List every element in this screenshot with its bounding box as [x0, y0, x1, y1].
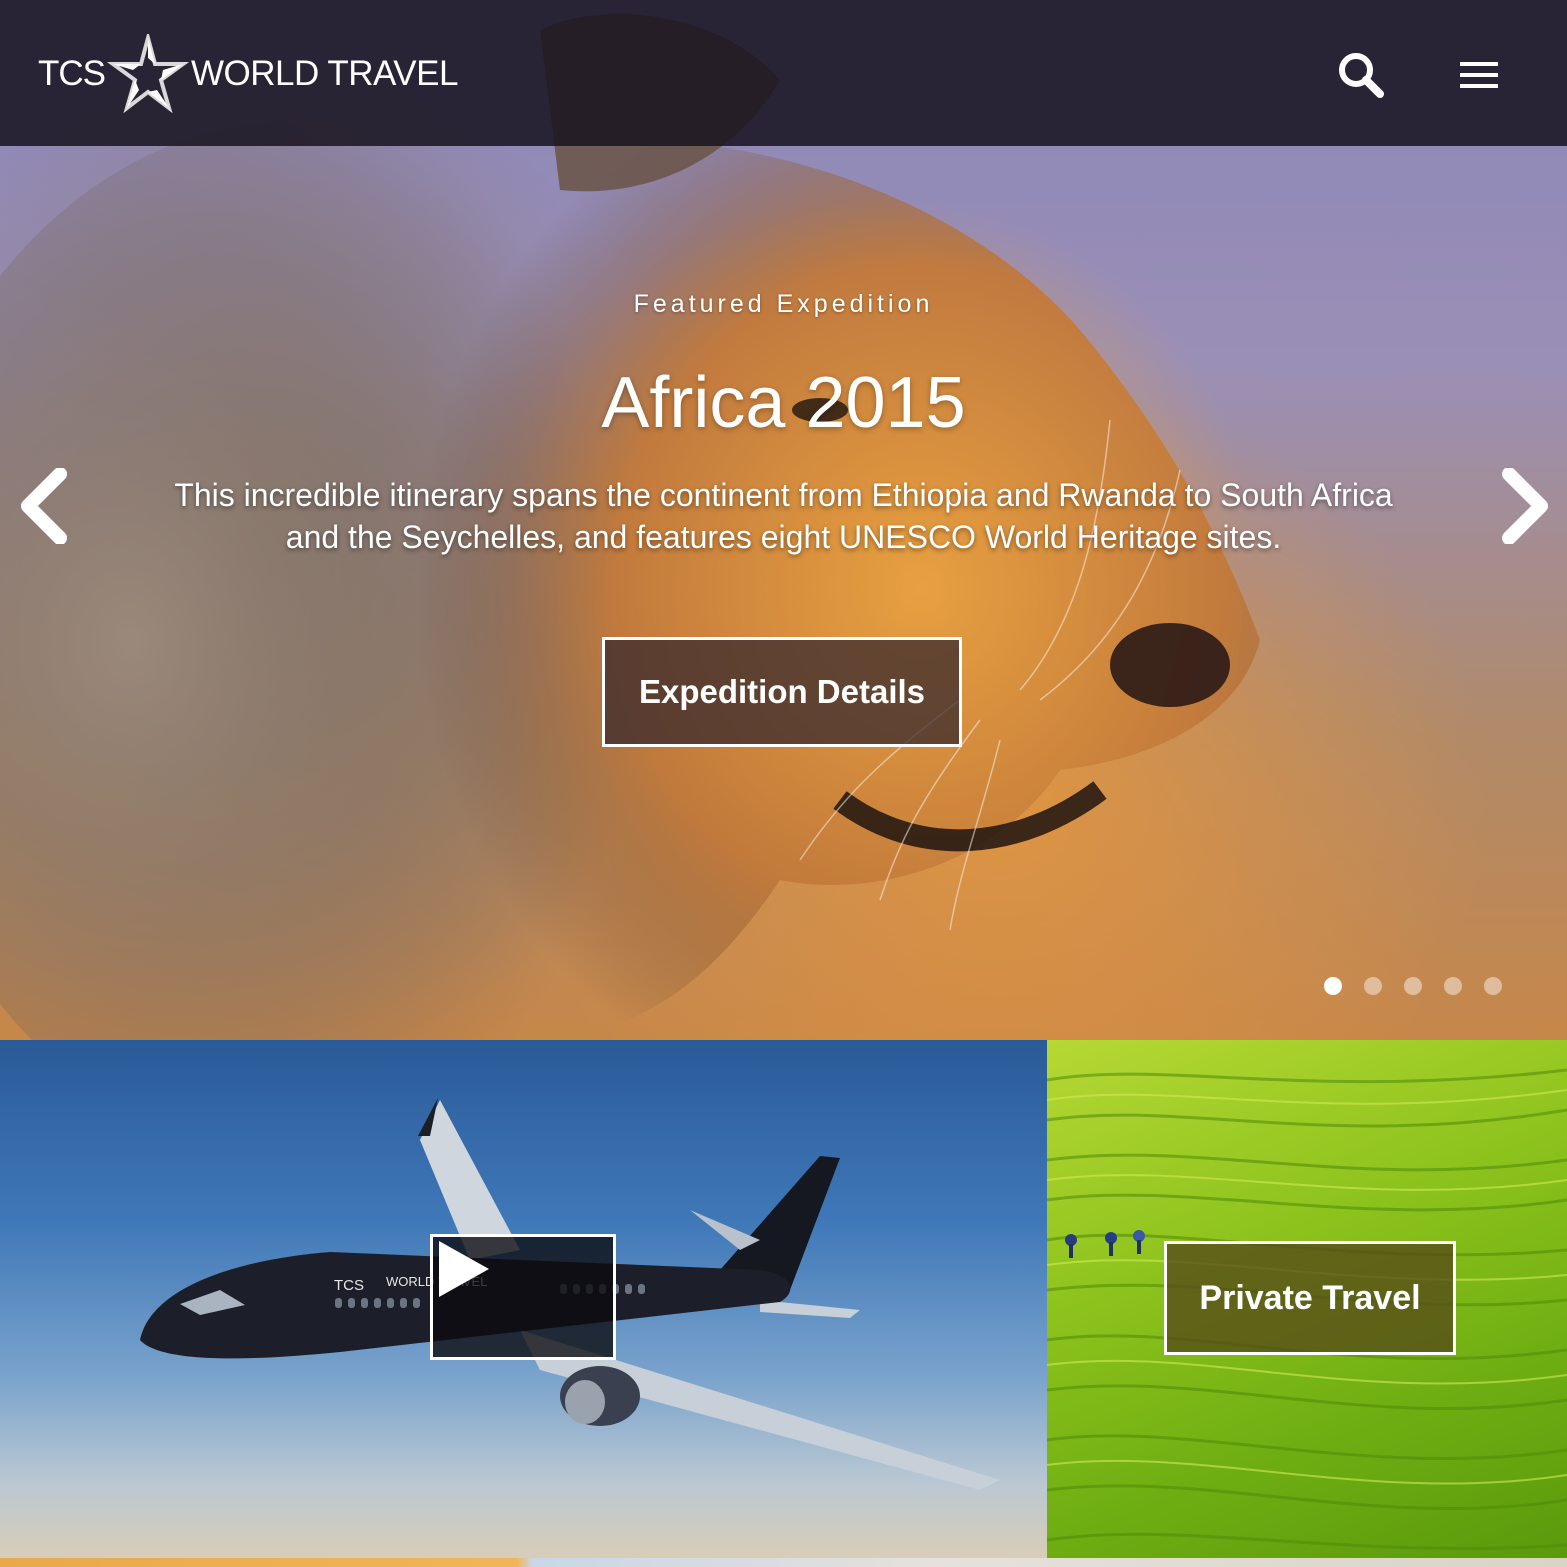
tcs-world-travel-logo[interactable]: TCS WORLD TRAVEL — [38, 34, 458, 114]
hero-carousel: TCS WORLD TRAVEL Featured Expedition Afr… — [0, 0, 1567, 1040]
video-tile[interactable]: TCS WORLD TRAVEL — [0, 1040, 1047, 1558]
expedition-details-button[interactable]: Expedition Details — [602, 637, 962, 747]
carousel-dot-1[interactable] — [1324, 977, 1342, 995]
logo-text-tcs: TCS — [38, 54, 106, 93]
carousel-dot-3[interactable] — [1404, 977, 1422, 995]
hero-title: Africa 2015 — [601, 363, 966, 443]
private-travel-button[interactable]: Private Travel — [1164, 1241, 1456, 1355]
chevron-left-icon[interactable] — [14, 468, 74, 544]
search-icon[interactable] — [1334, 48, 1388, 102]
carousel-indicators — [1324, 977, 1502, 995]
carousel-dot-2[interactable] — [1364, 977, 1382, 995]
play-icon — [439, 1241, 489, 1297]
logo-text-world-travel: WORLD TRAVEL — [191, 54, 458, 93]
page: TCS WORLD TRAVEL Featured Expedition Afr… — [0, 0, 1567, 1567]
hero-eyebrow: Featured Expedition — [633, 290, 934, 318]
next-row-preview — [0, 1558, 1567, 1567]
hamburger-menu-icon[interactable] — [1452, 48, 1506, 102]
top-navbar: TCS WORLD TRAVEL — [0, 0, 1567, 146]
star-logo-icon — [107, 34, 189, 114]
chevron-right-icon[interactable] — [1495, 468, 1555, 544]
video-play-button[interactable] — [430, 1234, 616, 1360]
plane-livery-tcs: TCS — [334, 1277, 364, 1294]
carousel-dot-5[interactable] — [1484, 977, 1502, 995]
carousel-dot-4[interactable] — [1444, 977, 1462, 995]
hero-description: This incredible itinerary spans the cont… — [174, 477, 1393, 555]
private-travel-tile[interactable]: Private Travel — [1047, 1040, 1567, 1558]
